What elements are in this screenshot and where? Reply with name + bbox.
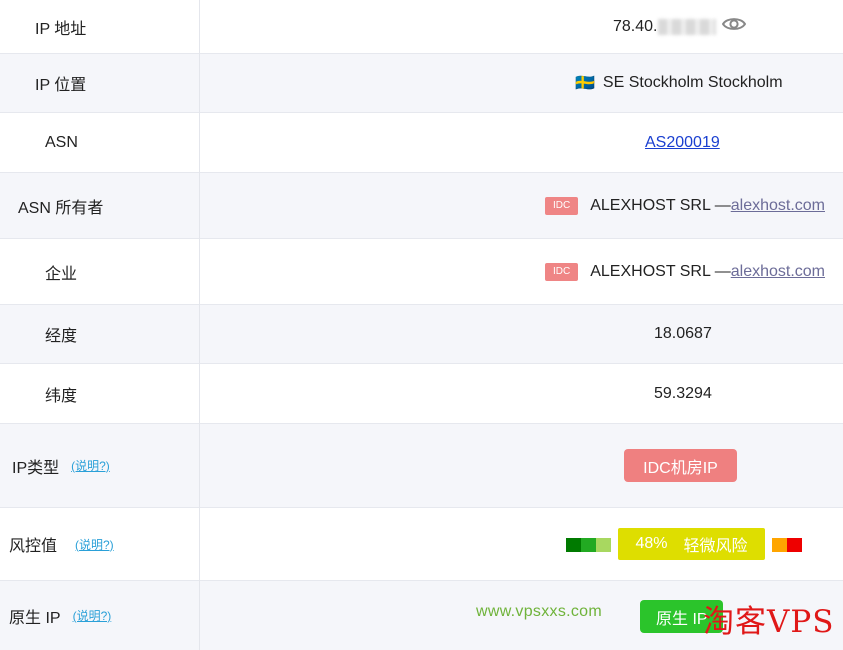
risk-help-link[interactable]: (说明?)	[75, 536, 114, 553]
risk-bar-segment-4	[772, 538, 787, 552]
value-longitude: 18.0687	[654, 325, 712, 342]
label-ip-location: IP 位置	[35, 77, 87, 94]
risk-percent: 48%	[635, 535, 668, 552]
eye-icon[interactable]	[722, 16, 747, 37]
column-divider	[199, 0, 200, 650]
risk-bar-segment-5	[787, 538, 802, 552]
risk-bar-segment-3	[596, 538, 611, 552]
label-latitude: 纬度	[45, 387, 78, 405]
value-latitude: 59.3294	[654, 384, 712, 402]
label-enterprise: 企业	[45, 265, 78, 283]
native-ip-label-text: 原生 IP	[9, 609, 61, 627]
label-ip-address: IP 地址	[35, 20, 87, 38]
risk-bar-segment-1	[566, 538, 581, 552]
enterprise-domain-link[interactable]: alexhost.com	[731, 263, 825, 281]
row-ip-location: IP 位置 🇸🇪 SE Stockholm Stockholm	[0, 54, 843, 113]
label-asn: ASN	[45, 133, 78, 151]
ip-type-label-text: IP类型	[12, 459, 60, 477]
row-asn-owner: ASN 所有者 IDC ALEXHOST SRL — alexhost.com	[0, 173, 843, 239]
idc-badge: IDC	[545, 262, 579, 281]
row-longitude: 经度 18.0687	[0, 305, 843, 364]
risk-label-text: 风控值	[9, 538, 58, 555]
watermark-url: www.vpsxxs.com	[476, 603, 602, 620]
native-ip-help-link[interactable]: (说明?)	[73, 607, 112, 624]
asn-owner-domain-link[interactable]: alexhost.com	[731, 197, 825, 215]
label-risk: 风控值 (说明?)	[9, 508, 114, 580]
value-enterprise: IDC ALEXHOST SRL — alexhost.com	[545, 239, 825, 304]
label-asn-owner: ASN 所有者	[18, 199, 104, 217]
value-asn: AS200019	[645, 113, 720, 172]
asn-owner-company: ALEXHOST SRL —	[590, 196, 731, 214]
sweden-flag-icon: 🇸🇪	[575, 75, 595, 92]
row-ip-address: IP 地址 78.40.	[0, 0, 843, 54]
label-ip-type: IP类型 (说明?)	[12, 424, 110, 507]
asn-link[interactable]: AS200019	[645, 134, 720, 152]
value-ip-location: 🇸🇪 SE Stockholm Stockholm	[575, 54, 783, 112]
risk-level: 轻微风险	[683, 538, 748, 555]
ip-address-redaction	[658, 18, 717, 35]
row-asn: ASN AS200019	[0, 113, 843, 173]
ip-type-badge: IDC机房IP	[624, 449, 737, 482]
label-native-ip: 原生 IP (说明?)	[9, 581, 111, 650]
row-enterprise: 企业 IDC ALEXHOST SRL — alexhost.com	[0, 239, 843, 305]
label-longitude: 经度	[45, 328, 78, 345]
ip-address-text: 78.40.	[613, 17, 658, 35]
row-latitude: 纬度 59.3294	[0, 364, 843, 424]
value-asn-owner: IDC ALEXHOST SRL — alexhost.com	[545, 173, 825, 238]
value-ip-address: 78.40.	[613, 0, 747, 53]
location-text: SE Stockholm Stockholm	[602, 74, 783, 91]
enterprise-company: ALEXHOST SRL —	[590, 262, 731, 280]
risk-score-badge: 48% 轻微风险	[618, 528, 765, 560]
watermark-brand: 淘客VPS	[703, 604, 835, 640]
idc-badge: IDC	[545, 196, 579, 215]
ip-type-help-link[interactable]: (说明?)	[71, 457, 110, 474]
risk-bar-segment-2	[581, 538, 596, 552]
